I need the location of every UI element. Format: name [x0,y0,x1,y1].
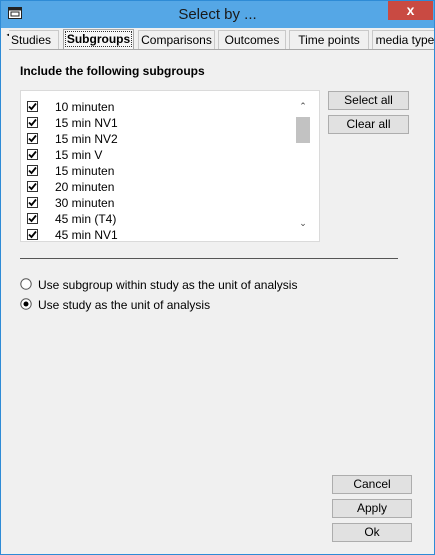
radio-label: Use subgroup within study as the unit of… [38,278,298,292]
scrollbar-thumb[interactable] [296,117,310,143]
list-item-label: 45 min NV1 [55,228,118,242]
radio-option-subgroup[interactable]: Use subgroup within study as the unit of… [20,277,320,293]
list-item[interactable]: 30 minuten [27,195,287,211]
list-item-label: 30 minuten [55,196,115,210]
list-item-label: 10 minuten [55,100,115,114]
list-item-label: 15 min NV2 [55,132,118,146]
checkbox-checked-icon[interactable] [27,101,38,112]
radio-option-study[interactable]: Use study as the unit of analysis [20,297,320,313]
checkbox-checked-icon[interactable] [27,133,38,144]
select-all-button[interactable]: Select all [328,91,409,110]
tab-media-type[interactable]: media type [372,30,434,49]
ok-button[interactable]: Ok [332,523,412,542]
select-by-dialog: Select by ... x ◂ ▸ Studies Subgroups Co… [0,0,435,555]
tab-comparisons[interactable]: Comparisons [138,30,215,49]
list-item[interactable]: 15 min NV2 [27,131,287,147]
apply-button[interactable]: Apply [332,499,412,518]
list-item[interactable]: 15 min V [27,147,287,163]
subgroups-listbox[interactable]: 10 minuten 15 min NV1 15 min NV2 15 min … [20,90,320,242]
list-item[interactable]: 20 minuten [27,179,287,195]
window-title: Select by ... [178,6,257,23]
list-item-label: 20 minuten [55,180,115,194]
list-item-label: 45 min (T4) [55,212,117,226]
tab-strip: Studies Subgroups Comparisons Outcomes T… [9,29,434,50]
tab-panel-border [9,49,434,50]
clear-all-button[interactable]: Clear all [328,115,409,134]
radio-unselected-icon[interactable] [20,278,32,290]
tab-subgroups[interactable]: Subgroups [63,29,134,50]
list-item-label: 15 min NV1 [55,116,118,130]
list-item[interactable]: 15 minuten [27,163,287,179]
close-button[interactable]: x [388,1,433,20]
radio-label: Use study as the unit of analysis [38,298,211,312]
list-item-label: 15 minuten [55,164,115,178]
list-item[interactable]: 45 min NV1 [27,227,287,242]
section-divider [20,258,398,259]
checkbox-checked-icon[interactable] [27,181,38,192]
tab-subgroups-label: Subgroups [64,31,133,47]
subgroups-heading: Include the following subgroups [20,64,205,78]
listbox-scrollbar[interactable]: ⌃ ⌄ [295,97,311,233]
tab-studies[interactable]: Studies [9,30,59,49]
scroll-up-icon[interactable]: ⌃ [295,100,311,112]
cancel-button[interactable]: Cancel [332,475,412,494]
checkbox-checked-icon[interactable] [27,229,38,240]
list-item[interactable]: 10 minuten [27,99,287,115]
tab-outcomes[interactable]: Outcomes [218,30,286,49]
checkbox-checked-icon[interactable] [27,213,38,224]
list-item[interactable]: 45 min (T4) [27,211,287,227]
title-bar[interactable]: Select by ... x [1,1,434,28]
list-item[interactable]: 15 min NV1 [27,115,287,131]
radio-selected-icon[interactable] [20,298,32,310]
checkbox-checked-icon[interactable] [27,165,38,176]
tab-time-points[interactable]: Time points [289,30,369,49]
checkbox-checked-icon[interactable] [27,149,38,160]
scroll-down-icon[interactable]: ⌄ [295,217,311,229]
checkbox-checked-icon[interactable] [27,117,38,128]
checkbox-checked-icon[interactable] [27,197,38,208]
list-item-label: 15 min V [55,148,103,162]
